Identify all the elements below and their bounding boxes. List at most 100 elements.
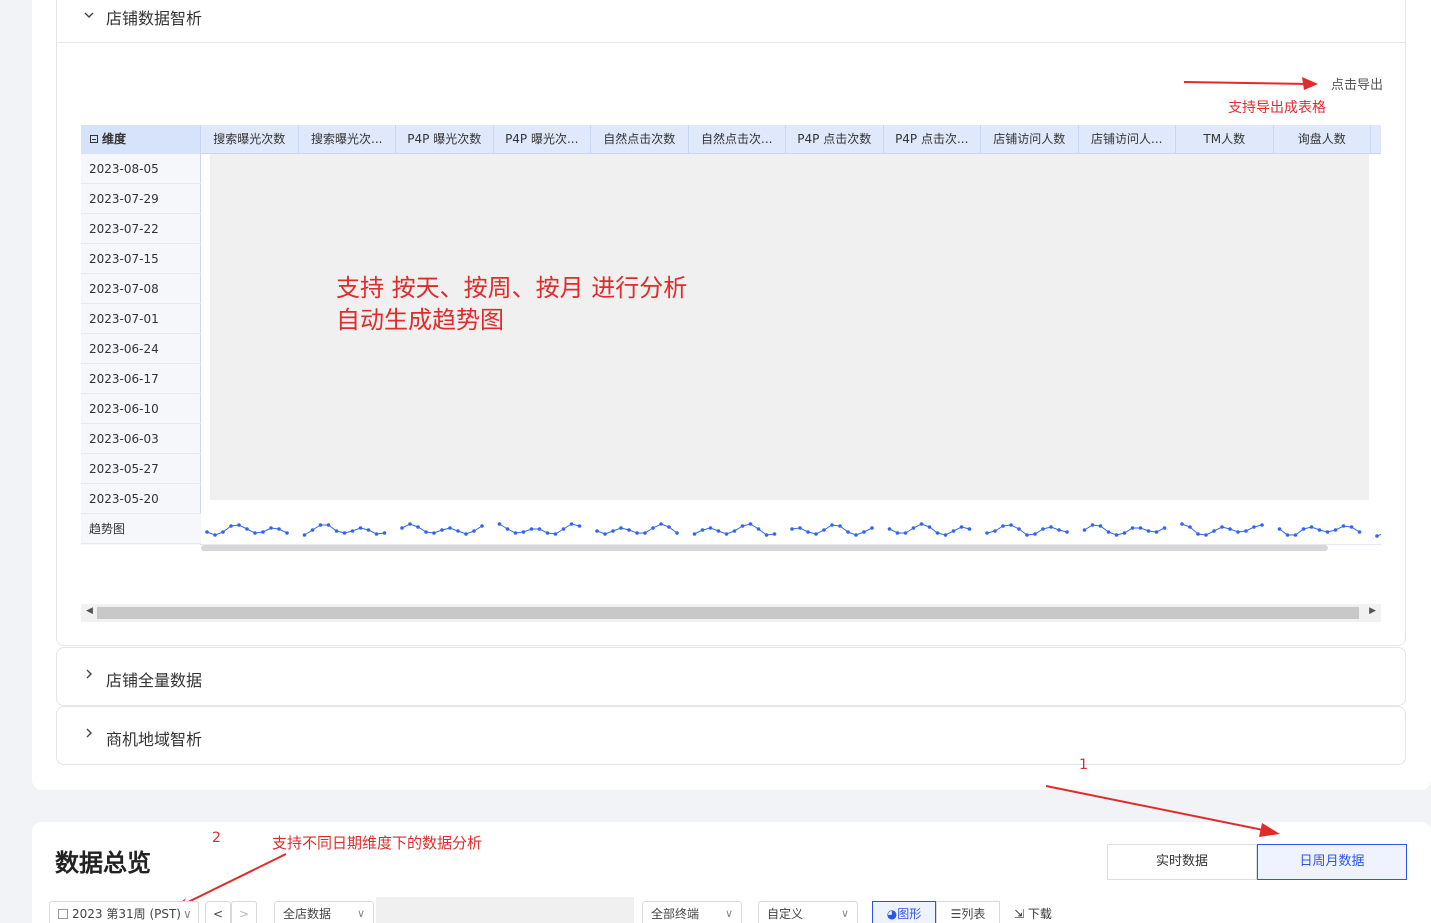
sparkline-point (253, 531, 257, 535)
sparkline-point (1138, 526, 1143, 530)
trend-label: 趋势图 (81, 514, 201, 544)
chevron-right-icon[interactable] (83, 668, 95, 684)
sparkline-point (480, 524, 484, 528)
sparkline-point (1325, 530, 1330, 534)
sparkline-point (310, 528, 315, 532)
sparkline-point (611, 529, 615, 533)
chart-view-tab[interactable]: ◕图形 (872, 901, 936, 923)
chevron-down-icon[interactable] (83, 9, 95, 25)
sparkline-point (1357, 530, 1362, 534)
sparkline-point (432, 531, 436, 535)
section-title: 店铺全量数据 (106, 671, 203, 690)
table-row-date: 2023-07-29 (81, 184, 201, 214)
sparkline-point (967, 527, 972, 531)
sparkline-point (545, 531, 550, 535)
sparkline-point (1204, 533, 1208, 537)
download-button[interactable]: ⇲ 下载 (1014, 905, 1052, 922)
pie-chart-icon: ◕ (886, 907, 898, 921)
sparkline-point (440, 528, 444, 532)
chevron-down-icon: ∨ (183, 907, 192, 921)
sparkline-point (772, 532, 777, 536)
sparkline-point (1220, 525, 1224, 529)
sparkline-point (472, 529, 476, 533)
column-header[interactable]: P4P 点击次数 (786, 125, 884, 154)
table-inner-scrollbar[interactable] (201, 545, 1328, 551)
scroll-left-icon[interactable]: ◀ (86, 606, 93, 616)
collapse-square-icon[interactable] (90, 134, 98, 143)
column-header[interactable]: P4P 点击次... (884, 125, 981, 154)
sparkline-point (1041, 527, 1045, 531)
sparkline-point (1285, 533, 1290, 537)
annotation-trend-line2: 自动生成趋势图 (336, 306, 504, 334)
scrollbar-thumb[interactable] (97, 607, 1359, 619)
terminal-select[interactable]: 全部终端 ∨ (642, 901, 742, 923)
sparkline-point (1188, 525, 1192, 529)
sparkline-point (350, 529, 355, 533)
export-link[interactable]: 点击导出 (1331, 74, 1383, 93)
horizontal-scrollbar[interactable]: ◀ ▶ (81, 604, 1381, 622)
sparkline-point (1114, 533, 1119, 537)
table-row-date: 2023-06-17 (81, 364, 201, 394)
range-select[interactable]: 自定义 ∨ (758, 901, 858, 923)
column-header[interactable]: 店铺访问人... (1079, 125, 1176, 154)
sparkline-point (959, 525, 964, 529)
sparkline-point (887, 527, 892, 531)
column-header[interactable]: 询盘人数 (1274, 125, 1371, 154)
sparkline-point (334, 529, 339, 533)
sparkline-point (505, 527, 510, 531)
column-header[interactable]: 搜索曝光次... (299, 125, 396, 154)
column-header[interactable]: 搜索曝光次数 (201, 125, 299, 154)
realtime-data-button[interactable]: 实时数据 (1107, 844, 1257, 880)
table-row-date: 2023-07-22 (81, 214, 201, 244)
section-title: 店铺数据智析 (106, 9, 203, 28)
annotation-export-note: 支持导出成表格 (1228, 100, 1326, 116)
chevron-down-icon: ∨ (724, 907, 733, 920)
dimension-header[interactable]: 维度 (81, 125, 201, 154)
column-header[interactable]: 自然点击次数 (591, 125, 689, 154)
overview-title: 数据总览 (55, 849, 151, 877)
column-header[interactable]: TM人数 (1176, 125, 1274, 154)
chevron-right-icon[interactable] (83, 727, 95, 743)
date-picker[interactable]: 2023 第31周 (PST) ∨ (49, 901, 199, 923)
periodic-data-button[interactable]: 日周月数据 (1257, 844, 1407, 880)
sparkline-point (692, 532, 697, 536)
sparkline-point (732, 529, 737, 533)
sparkline-point (806, 530, 810, 534)
sparkline-point (269, 526, 273, 530)
sparkline-point (854, 533, 858, 537)
list-view-tab[interactable]: ☰列表 (936, 901, 1000, 923)
sparkline-point (529, 527, 534, 531)
table-header: 维度 搜索曝光次数 搜索曝光次... P4P 曝光次数 P4P 曝光次... 自然点击次… (81, 125, 1381, 154)
sparkline-point (416, 525, 420, 529)
section-header[interactable]: 店铺数据智析 (57, 0, 1405, 43)
scroll-right-icon[interactable]: ▶ (1369, 606, 1376, 616)
table-row-date: 2023-08-05 (81, 154, 201, 184)
annotation-trend-line1: 支持 按天、按周、按月 进行分析 (336, 274, 688, 302)
sparkline-point (1090, 523, 1095, 527)
column-header[interactable]: P4P 曝光次... (494, 125, 591, 154)
annotation-number-1: 1 (1079, 757, 1088, 773)
next-period-button[interactable]: > (231, 901, 257, 923)
section-region-analysis[interactable]: 商机地域智析 (56, 706, 1406, 765)
column-header[interactable]: 自然点击次... (689, 125, 786, 154)
sparkline-point (700, 528, 705, 532)
sparkline-point (456, 529, 460, 533)
sparkline-point (1065, 530, 1069, 534)
prev-period-button[interactable]: < (205, 901, 231, 923)
section-store-full-data[interactable]: 店铺全量数据 (56, 647, 1406, 706)
store-select[interactable]: 全店数据 ∨ (274, 901, 374, 923)
sparkline-point (1122, 531, 1127, 535)
sparkline-point (635, 531, 639, 535)
sparkline-point (846, 530, 850, 534)
sparkline-point (716, 529, 721, 533)
sparkline-point (464, 532, 468, 536)
table-row-date: 2023-07-15 (81, 244, 201, 274)
sparkline-point (302, 533, 307, 537)
sparkline-point (798, 526, 802, 530)
table-row-date: 2023-07-01 (81, 304, 201, 334)
sparkline-point (1098, 524, 1103, 528)
column-header[interactable]: 店铺访问人数 (981, 125, 1079, 154)
column-header[interactable]: P4P 曝光次数 (396, 125, 494, 154)
sparkline-point (237, 523, 241, 527)
sparkline-point (1049, 525, 1053, 529)
